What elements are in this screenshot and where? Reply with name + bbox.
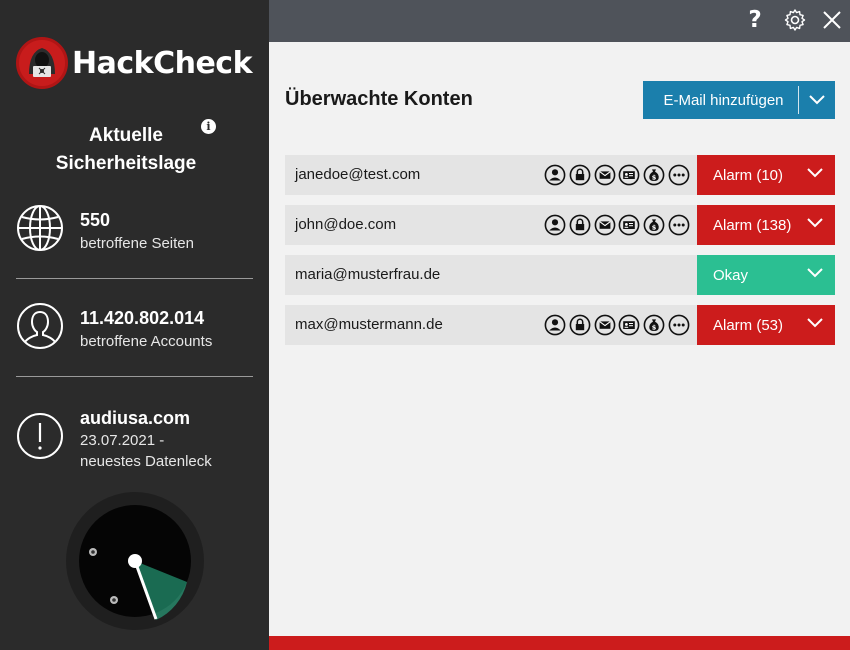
id-card-icon: [618, 314, 640, 336]
account-email: john@doe.com: [295, 216, 397, 233]
id-card-icon: [618, 164, 640, 186]
add-email-button[interactable]: E-Mail hinzufügen: [643, 81, 835, 119]
breach-categories: $: [544, 214, 693, 236]
more-icon[interactable]: [668, 214, 690, 236]
account-row[interactable]: maria@musterfrau.de Okay: [285, 255, 835, 295]
stat-label: neuestes Datenleck: [80, 453, 212, 470]
page-title: Überwachte Konten: [285, 88, 473, 110]
divider: [16, 376, 253, 377]
radar-icon: [66, 492, 204, 630]
globe-icon: [17, 205, 63, 251]
breach-categories: $: [544, 314, 693, 336]
lock-icon: [569, 214, 591, 236]
lock-icon: [569, 314, 591, 336]
app-name: HackCheck: [72, 45, 253, 81]
stat-latest-breach: audiusa.com 23.07.2021 - neuestes Datenl…: [16, 408, 253, 482]
help-icon[interactable]: ?: [743, 8, 767, 32]
lock-icon: [569, 164, 591, 186]
stat-affected-sites: 550 betroffene Seiten: [16, 204, 253, 260]
stat-date: 23.07.2021 -: [80, 432, 165, 449]
status-label: Alarm (138): [713, 217, 792, 234]
money-bag-icon: $: [643, 314, 665, 336]
account-email: maria@musterfrau.de: [295, 266, 441, 283]
status-alarm-button[interactable]: Alarm (10): [697, 155, 835, 195]
mail-icon: [594, 314, 615, 336]
svg-text:$: $: [652, 223, 657, 231]
person-icon: [544, 214, 566, 236]
status-label: Okay: [713, 267, 749, 284]
chevron-down-icon[interactable]: [799, 95, 835, 105]
security-status-title: Aktuelle Sicherheitslage: [55, 125, 197, 174]
status-okay-button[interactable]: Okay: [697, 255, 835, 295]
chevron-down-icon[interactable]: [807, 318, 823, 328]
stat-label: betroffene Accounts: [80, 333, 213, 350]
title-bar: ?: [269, 0, 850, 42]
user-outline-icon: [17, 303, 63, 349]
logo: HackCheck: [16, 37, 253, 89]
money-bag-icon: $: [643, 164, 665, 186]
account-row[interactable]: john@doe.com $ Alarm (138): [285, 205, 835, 245]
exclamation-circle-icon: [17, 413, 63, 459]
chevron-down-icon[interactable]: [807, 168, 823, 178]
account-row[interactable]: janedoe@test.com $ Alarm (10): [285, 155, 835, 195]
more-icon[interactable]: [668, 164, 690, 186]
account-row[interactable]: max@mustermann.de $ Alarm (53): [285, 305, 835, 345]
account-email: max@mustermann.de: [295, 316, 443, 333]
status-label: Alarm (10): [713, 167, 784, 184]
status-alarm-button[interactable]: Alarm (53): [697, 305, 835, 345]
id-card-icon: [618, 214, 640, 236]
svg-text:$: $: [652, 323, 657, 331]
settings-icon[interactable]: [783, 8, 807, 32]
info-icon[interactable]: i: [201, 119, 216, 134]
account-email: janedoe@test.com: [295, 166, 421, 183]
stat-label: betroffene Seiten: [80, 235, 194, 252]
mail-icon: [594, 214, 615, 236]
stat-value: audiusa.com: [80, 408, 191, 428]
stat-value: 11.420.802.014: [80, 308, 205, 328]
person-icon: [544, 314, 566, 336]
person-icon: [544, 164, 566, 186]
chevron-down-icon[interactable]: [807, 218, 823, 228]
divider: [16, 278, 253, 279]
button-divider: [798, 86, 799, 114]
money-bag-icon: $: [643, 214, 665, 236]
breach-categories: $: [544, 164, 693, 186]
svg-text:$: $: [652, 173, 657, 181]
close-icon[interactable]: [820, 8, 844, 32]
sidebar: HackCheck Aktuelle Sicherheitslage i 550…: [0, 0, 269, 650]
add-email-label: E-Mail hinzufügen: [663, 91, 784, 109]
status-alarm-button[interactable]: Alarm (138): [697, 205, 835, 245]
stat-affected-accounts: 11.420.802.014 betroffene Accounts: [16, 302, 253, 358]
stat-value: 550: [80, 210, 111, 230]
hacker-logo-icon: [16, 37, 68, 89]
chevron-down-icon[interactable]: [807, 268, 823, 278]
mail-icon: [594, 164, 615, 186]
more-icon[interactable]: [668, 314, 690, 336]
alarm-status-bar: [269, 636, 850, 650]
status-label: Alarm (53): [713, 317, 784, 334]
